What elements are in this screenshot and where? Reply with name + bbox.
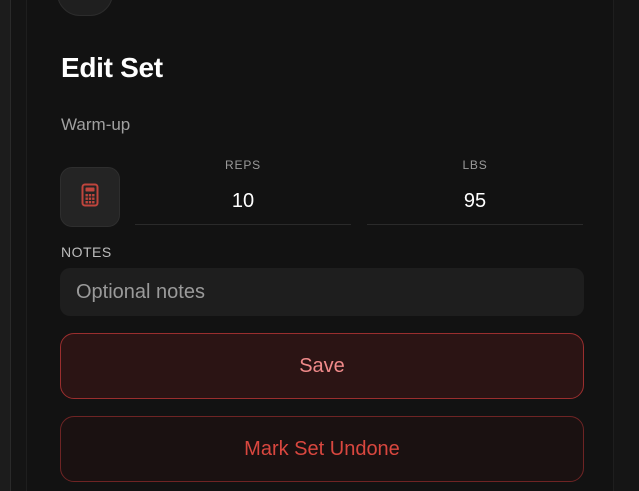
notes-label: NOTES xyxy=(61,244,112,260)
sheet-top-control[interactable] xyxy=(57,0,113,16)
background-panel-right xyxy=(611,0,639,491)
notes-input[interactable] xyxy=(60,268,584,316)
edit-set-sheet: Edit Set Warm-up REPS 10 LBS 95 NOTES Op… xyxy=(26,0,614,491)
lbs-value[interactable]: 95 xyxy=(367,190,583,213)
set-type-label: Warm-up xyxy=(61,115,131,134)
save-button[interactable]: Save xyxy=(60,333,584,399)
lbs-field[interactable]: LBS 95 xyxy=(367,152,583,225)
dialog-title: Edit Set xyxy=(61,52,163,83)
calculator-button[interactable] xyxy=(60,167,120,227)
reps-value[interactable]: 10 xyxy=(135,190,351,213)
calculator-icon xyxy=(81,183,99,212)
mark-set-undone-button[interactable]: Mark Set Undone xyxy=(60,416,584,482)
reps-label: REPS xyxy=(225,158,261,172)
lbs-label: LBS xyxy=(462,158,488,172)
background-panel-left xyxy=(0,0,11,491)
reps-field[interactable]: REPS 10 xyxy=(135,152,351,225)
